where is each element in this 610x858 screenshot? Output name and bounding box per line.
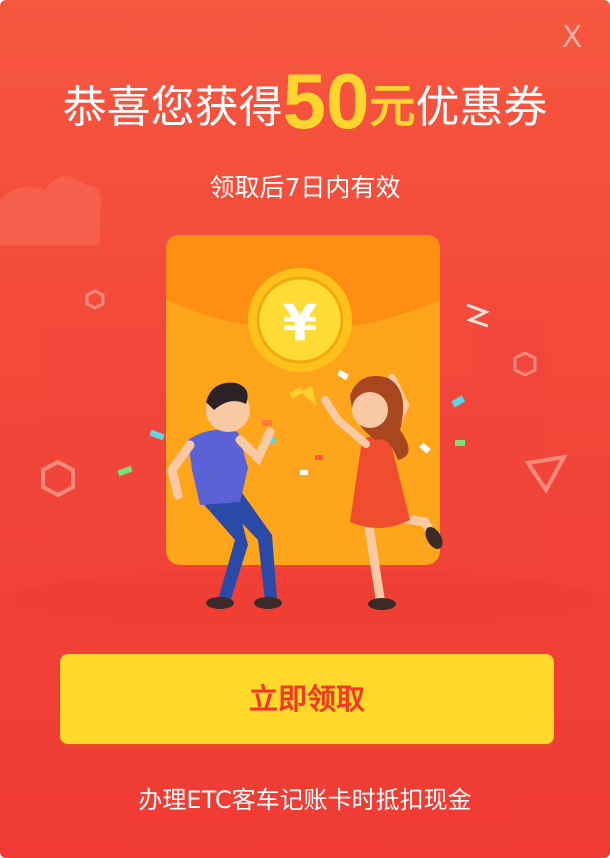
claim-button[interactable]: 立即领取: [60, 654, 554, 744]
yuan-coin-icon: ¥: [248, 268, 352, 372]
svg-text:¥: ¥: [283, 294, 318, 352]
footer-note: 办理ETC客车记账卡时抵扣现金: [138, 786, 472, 814]
coupon-dialog: X 恭喜您获得50元优惠券 领取后7日内有效 ¥ 立即领取 办理ETC客车记账卡…: [0, 0, 610, 858]
